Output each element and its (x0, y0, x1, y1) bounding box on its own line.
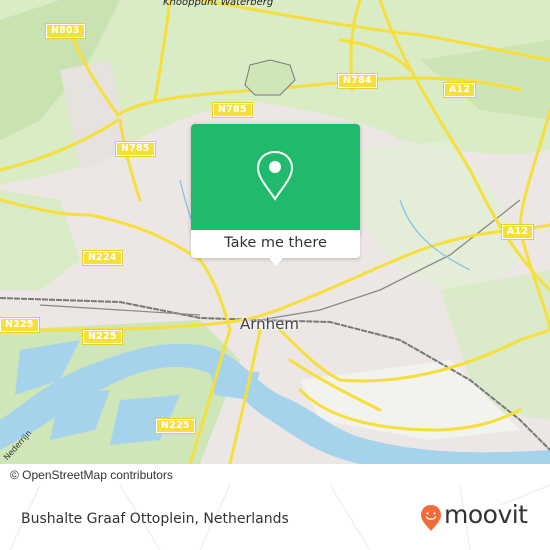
road-shield-n224: N224 (82, 250, 123, 266)
moovit-wordmark: moovit (444, 500, 528, 529)
city-label: Arnhem (240, 315, 300, 333)
road-shield-n225-edge: N225 (0, 317, 40, 333)
popup-button-wrap: Take me there (191, 124, 360, 266)
road-shield-n225-south: N225 (155, 418, 196, 434)
popup-tail (268, 257, 284, 266)
road-shield-a12-north: A12 (442, 82, 477, 98)
moovit-pin-icon (421, 505, 441, 531)
take-me-there-button[interactable]: Take me there (191, 230, 360, 258)
road-shield-n784: N784 (337, 73, 378, 89)
road-shield-n785-west: N785 (115, 141, 156, 157)
stop-name: Bushalte Graaf Ottoplein, Netherlands (21, 511, 289, 527)
road-shield-n803: N803 (45, 23, 86, 39)
road-shield-n225-center: N225 (82, 329, 123, 345)
junction-label: Knooppunt Waterberg (163, 0, 274, 8)
map-view[interactable]: N803 N784 A12 N785 N785 A12 N224 N225 N2… (0, 0, 550, 464)
road-shield-n785-east: N785 (212, 102, 253, 118)
map-attribution[interactable]: © OpenStreetMap contributors (0, 466, 179, 485)
road-shield-a12-east: A12 (500, 224, 535, 240)
